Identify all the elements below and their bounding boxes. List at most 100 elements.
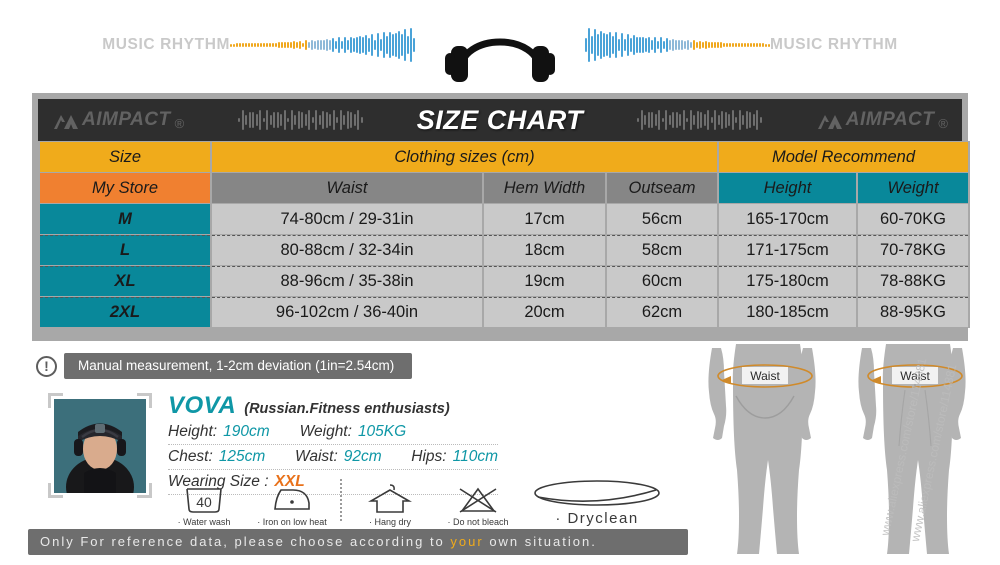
cell-size: L bbox=[40, 235, 210, 265]
table-column-header-row: My Store Waist Hem Width Outseam Height … bbox=[40, 173, 968, 203]
cell-weight: 70-78KG bbox=[858, 235, 968, 265]
height-label: Height: bbox=[168, 423, 218, 440]
model-name: VOVA bbox=[168, 392, 237, 419]
cell-outseam: 60cm bbox=[607, 266, 717, 296]
care-item-water-wash: 40 · Water wash bbox=[160, 481, 248, 527]
height-value: 190cm bbox=[223, 423, 270, 440]
cell-waist: 96-102cm / 36-40in bbox=[212, 297, 482, 327]
size-chart-header-band: AIMPACT ® SIZE CHART AIMPACT ® bbox=[38, 99, 962, 141]
aimpact-logo-icon bbox=[817, 115, 842, 129]
body-measurement-figures: Waist Waist www.aliexpress.com/store/114… bbox=[700, 344, 1000, 560]
care-item-hang-dry: · Hang dry bbox=[346, 481, 434, 527]
measurement-notice: ! Manual measurement, 1-2cm deviation (1… bbox=[36, 353, 413, 379]
banner-left-text: MUSIC RHYTHM bbox=[102, 36, 230, 53]
col-header-my-store: My Store bbox=[40, 173, 210, 203]
photo-corner-tr bbox=[137, 393, 152, 408]
aimpact-logo-icon bbox=[54, 115, 78, 129]
care-divider bbox=[340, 479, 342, 521]
model-portrait-image bbox=[54, 399, 146, 493]
col-header-waist: Waist bbox=[212, 173, 482, 203]
col-header-hem-width: Hem Width bbox=[484, 173, 605, 203]
cell-waist: 80-88cm / 32-34in bbox=[212, 235, 482, 265]
water-wash-icon: 40 bbox=[186, 488, 222, 513]
cell-hem: 18cm bbox=[484, 235, 605, 265]
logo-registered-right: ® bbox=[938, 116, 948, 131]
care-label: · Water wash bbox=[177, 517, 231, 527]
col-header-height: Height bbox=[719, 173, 856, 203]
col-header-weight: Weight bbox=[858, 173, 968, 203]
group-header-clothing: Clothing sizes (cm) bbox=[212, 142, 717, 172]
cell-height: 171-175cm bbox=[719, 235, 856, 265]
waist-value: 92cm bbox=[343, 448, 382, 465]
care-label: · Iron on low heat bbox=[257, 517, 327, 527]
photo-corner-bl bbox=[48, 483, 63, 498]
cell-weight: 78-88KG bbox=[858, 266, 968, 296]
care-item-no-bleach: · Do not bleach bbox=[434, 481, 522, 527]
band-waveform-right bbox=[637, 109, 762, 131]
cell-height: 175-180cm bbox=[719, 266, 856, 296]
table-row: M 74-80cm / 29-31in 17cm 56cm 165-170cm … bbox=[40, 204, 968, 234]
cell-size: M bbox=[40, 204, 210, 234]
headphones-icon bbox=[415, 6, 585, 86]
banner-right-text: MUSIC RHYTHM bbox=[770, 36, 898, 53]
size-chart-frame: AIMPACT ® SIZE CHART AIMPACT ® Size Clot… bbox=[32, 93, 970, 341]
cell-outseam: 58cm bbox=[607, 235, 717, 265]
aimpact-logo-left: AIMPACT ® bbox=[52, 109, 184, 131]
cell-size: 2XL bbox=[40, 297, 210, 327]
logo-registered-left: ® bbox=[174, 116, 185, 131]
waist-label-front: Waist bbox=[900, 369, 930, 383]
band-waveform-left bbox=[238, 109, 363, 131]
cell-size: XL bbox=[40, 266, 210, 296]
dryclean-icon bbox=[534, 480, 660, 506]
photo-corner-tl bbox=[48, 393, 63, 408]
care-label: · Do not bleach bbox=[447, 517, 509, 527]
cell-hem: 20cm bbox=[484, 297, 605, 327]
table-group-header-row: Size Clothing sizes (cm) Model Recommend bbox=[40, 142, 968, 172]
cell-outseam: 56cm bbox=[607, 204, 717, 234]
cell-waist: 88-96cm / 35-38in bbox=[212, 266, 482, 296]
model-name-row: VOVA (Russian.Fitness enthusiasts) bbox=[168, 392, 498, 420]
exclamation-circle-icon: ! bbox=[36, 355, 57, 377]
aimpact-logo-right: AIMPACT ® bbox=[816, 109, 948, 131]
footer-disclaimer: Only For reference data, please choose a… bbox=[28, 529, 688, 555]
chest-value: 125cm bbox=[218, 448, 266, 465]
model-photo bbox=[48, 393, 152, 498]
care-label: · Dryclean bbox=[555, 510, 639, 527]
notice-text: Manual measurement, 1-2cm deviation (1in… bbox=[64, 353, 413, 379]
music-rhythm-banner: MUSIC RHYTHM MUSIC RHYTHM bbox=[0, 0, 1000, 90]
weight-value: 105KG bbox=[357, 423, 407, 440]
cell-outseam: 62cm bbox=[607, 297, 717, 327]
iron-low-heat-icon bbox=[274, 489, 310, 510]
cell-hem: 17cm bbox=[484, 204, 605, 234]
footer-suffix: own situation. bbox=[483, 534, 597, 549]
cell-weight: 60-70KG bbox=[858, 204, 968, 234]
svg-text:40: 40 bbox=[196, 494, 212, 510]
weight-label: Weight: bbox=[299, 423, 352, 440]
do-not-bleach-icon bbox=[459, 487, 497, 513]
size-table: Size Clothing sizes (cm) Model Recommend… bbox=[38, 141, 970, 328]
group-header-model: Model Recommend bbox=[719, 142, 968, 172]
waveform-right bbox=[585, 25, 770, 65]
waveform-left bbox=[230, 25, 415, 65]
cell-weight: 88-95KG bbox=[858, 297, 968, 327]
cell-hem: 19cm bbox=[484, 266, 605, 296]
hips-value: 110cm bbox=[452, 448, 498, 465]
waist-label: Waist: bbox=[294, 448, 338, 465]
footer-prefix: Only For reference data, please choose a… bbox=[40, 534, 451, 549]
table-row: XL 88-96cm / 35-38in 19cm 60cm 175-180cm… bbox=[40, 266, 968, 296]
chest-label: Chest: bbox=[168, 448, 213, 465]
logo-text-right: AIMPACT bbox=[845, 109, 935, 130]
group-header-size: Size bbox=[40, 142, 210, 172]
cell-waist: 74-80cm / 29-31in bbox=[212, 204, 482, 234]
care-instructions: 40 · Water wash · Iron on low heat · Han… bbox=[160, 478, 672, 527]
waist-label-back: Waist bbox=[750, 369, 780, 383]
care-label: · Hang dry bbox=[368, 517, 412, 527]
footer-highlight: your bbox=[450, 534, 484, 549]
page-title: SIZE CHART bbox=[416, 104, 584, 135]
model-nationality: (Russian.Fitness enthusiasts) bbox=[244, 401, 450, 417]
cell-height: 180-185cm bbox=[719, 297, 856, 327]
logo-text-left: AIMPACT bbox=[82, 109, 171, 130]
table-row: L 80-88cm / 32-34in 18cm 58cm 171-175cm … bbox=[40, 235, 968, 265]
col-header-outseam: Outseam bbox=[607, 173, 717, 203]
care-item-iron: · Iron on low heat bbox=[248, 481, 336, 527]
